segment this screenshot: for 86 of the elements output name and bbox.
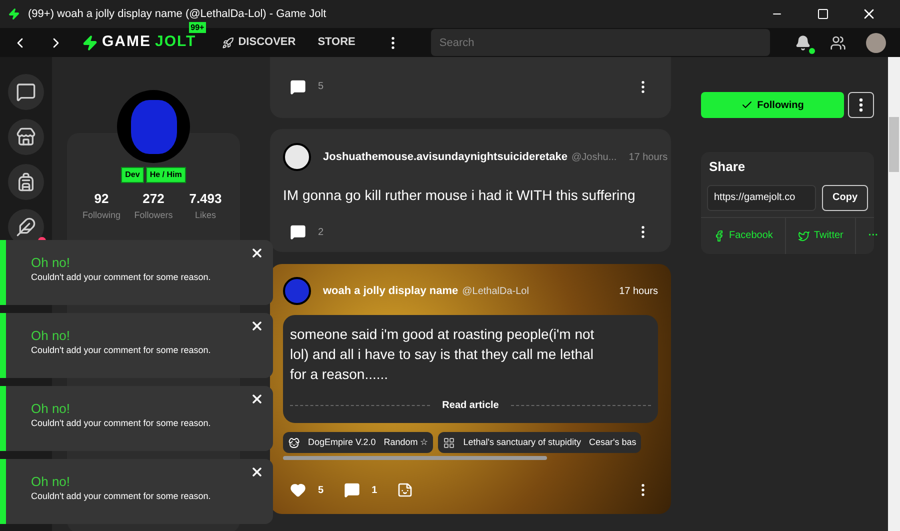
comment-count: 2 [318,226,324,240]
check-icon [741,99,754,111]
nav-link[interactable]: STORE [318,34,356,51]
close-toast-button[interactable] [250,246,264,260]
author-handle: @Joshu... [572,150,617,164]
bell-icon[interactable] [795,34,811,50]
like-count: 5 [318,484,324,498]
stat-value[interactable]: 7.493 [189,189,222,208]
close-toast-button[interactable] [250,319,264,333]
comment-icon[interactable] [290,224,306,240]
profile-tag: He / Him [146,167,186,183]
close-toast-button[interactable] [250,465,264,479]
post-body: IM gonna go kill ruther mouse i had it WITH this suffering [283,186,636,205]
toast-message: Couldn't add your comment for some reason. [31,417,212,429]
stat-label: Likes [194,208,216,222]
backpack-icon [16,172,36,192]
window-title: (99+) woah a jolly display name (@LethalDa-Lol) - Game Jolt [28,6,326,22]
store-icon [16,127,36,147]
toast-title: Oh no! [31,401,72,417]
dog-icon [288,436,300,448]
stat-label: Following [82,208,121,222]
share-link[interactable]: Facebook [701,218,786,254]
logo-text[interactable]: GAME [102,31,151,54]
more-icon [859,98,863,112]
close-toast-button[interactable] [250,392,264,406]
logo-bolt-icon [82,34,98,50]
toast-title: Oh no! [31,255,72,271]
grid-icon [443,436,456,448]
rail-button[interactable] [8,119,44,155]
maximize-icon [817,8,829,20]
bird-icon [798,230,810,242]
notification-badge: 99+ [188,22,206,34]
close-icon [250,392,264,406]
close-icon [250,465,264,479]
bolt-icon [8,8,20,20]
author-name[interactable]: woah a jolly display name [323,282,458,300]
rail-button[interactable] [8,74,44,110]
author-handle: @LethalDa-Lol [462,284,529,298]
comment-icon[interactable] [290,79,306,95]
toast-message: Couldn't add your comment for some reason. [31,344,212,356]
channel-name: Random ☆ [384,436,428,449]
community-chip[interactable]: DogEmpire V.2.0 Random ☆ [283,432,434,453]
nav-link[interactable]: DISCOVER [222,34,296,51]
toast-title: Oh no! [31,474,72,490]
post-time: 17 hours [619,284,658,298]
close-icon [250,246,264,260]
page-scrollbar[interactable] [888,57,900,531]
scrollbar[interactable] [283,456,547,460]
comment-count: 5 [318,80,324,94]
more-button[interactable] [848,92,874,118]
share-link[interactable]: Twitter [786,218,856,254]
search-field[interactable]: Search [431,29,770,56]
more-share-button[interactable]: ··· [856,218,890,254]
people-icon[interactable] [830,34,846,50]
post-time: 17 hours [628,150,668,164]
share-url-field[interactable]: https://gamejolt.co [707,184,816,210]
author-name[interactable]: Joshuathemouse.avisundaynightsuicideretake [323,148,568,166]
heart-icon[interactable] [290,482,306,498]
avatar[interactable] [283,143,311,171]
rail-button[interactable] [8,164,44,200]
share-title: Share [708,158,746,176]
read-article-link[interactable]: Read article [442,398,499,413]
article-text: someone said i'm good at roasting people(i'm not lol) and all i have to say is that they call me lethal for a reason...... [290,325,596,384]
chat-icon [16,82,36,102]
sticker-icon[interactable] [397,482,414,498]
profile-tag: Dev [121,167,144,183]
community-name: DogEmpire V.2.0 [308,436,376,449]
quill-icon [16,217,36,237]
comment-count: 1 [372,484,378,498]
toast-title: Oh no! [31,328,72,344]
following-button[interactable]: Following [701,92,844,118]
facebook-icon [713,230,725,242]
user-avatar[interactable] [866,32,886,52]
toast-message: Couldn't add your comment for some reason. [31,271,212,283]
logo-text[interactable]: JOLT [155,31,196,54]
stat-value[interactable]: 92 [94,189,109,208]
stat-value[interactable]: 272 [142,189,164,208]
close-icon [250,319,264,333]
article-preview[interactable]: someone said i'm good at roasting people(i'm not lol) and all i have to say is that they call me lethal for a reason...... Read article [283,315,658,423]
copy-button[interactable]: Copy [822,184,868,210]
channel-name: Cesar's bas [589,436,636,449]
toast-message: Couldn't add your comment for some reason. [31,490,212,502]
rocket-icon [222,36,234,48]
stat-label: Followers [134,208,173,222]
community-chip[interactable]: Lethal's sanctuary of stupidity Cesar's bas [438,432,642,453]
community-name: Lethal's sanctuary of stupidity [463,436,582,449]
